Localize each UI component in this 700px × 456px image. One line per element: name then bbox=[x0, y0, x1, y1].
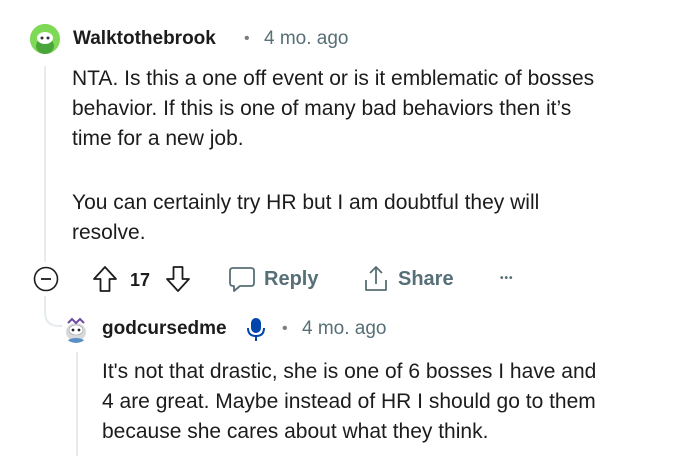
reply-body: It's not that drastic, she is one of 6 b… bbox=[102, 357, 700, 447]
downvote-button[interactable] bbox=[165, 265, 191, 293]
comment-body-line: NTA. Is this a one off event or is it em… bbox=[72, 67, 595, 90]
comment-username[interactable]: Walktothebrook bbox=[73, 28, 216, 50]
reply-timestamp[interactable]: 4 mo. ago bbox=[302, 318, 387, 340]
snoo-avatar-icon bbox=[30, 24, 60, 54]
comment-body: NTA. Is this a one off event or is it em… bbox=[72, 64, 692, 248]
separator-dot: • bbox=[282, 320, 288, 337]
share-button[interactable]: Share bbox=[362, 264, 454, 294]
more-options-button[interactable]: ••• bbox=[500, 273, 514, 284]
comment-body-line: behavior. If this is one of many bad beh… bbox=[72, 97, 572, 120]
downvote-arrow-icon bbox=[166, 266, 190, 292]
thread-line-reply[interactable] bbox=[76, 352, 78, 456]
share-label: Share bbox=[398, 267, 454, 290]
upvote-button[interactable] bbox=[92, 265, 118, 293]
comment-body-line: resolve. bbox=[72, 221, 146, 244]
reply-body-line: because she cares about what they think. bbox=[102, 420, 489, 443]
upvote-arrow-icon bbox=[93, 266, 117, 292]
thread-line-main[interactable] bbox=[44, 66, 46, 262]
collapse-minus-icon bbox=[33, 266, 59, 292]
avatar[interactable] bbox=[30, 24, 60, 54]
microphone-badge-icon bbox=[247, 318, 265, 341]
reply-body-line: 4 are great. Maybe instead of HR I shoul… bbox=[102, 390, 596, 413]
comment-body-line: time for a new job. bbox=[72, 127, 244, 150]
reply-body-line: It's not that drastic, she is one of 6 b… bbox=[102, 360, 597, 383]
reply-label: Reply bbox=[264, 267, 319, 290]
reply-button[interactable]: Reply bbox=[228, 265, 318, 293]
avatar[interactable] bbox=[62, 315, 90, 343]
share-icon bbox=[365, 266, 387, 291]
separator-dot: • bbox=[244, 30, 250, 47]
comment-body-line: You can certainly try HR but I am doubtf… bbox=[72, 191, 540, 214]
speech-bubble-icon bbox=[229, 267, 255, 292]
snoo-avatar-icon bbox=[66, 317, 86, 343]
comment-timestamp[interactable]: 4 mo. ago bbox=[264, 28, 349, 50]
vote-count: 17 bbox=[130, 270, 151, 290]
collapse-button[interactable] bbox=[33, 266, 59, 292]
reply-username[interactable]: godcursedme bbox=[102, 318, 227, 340]
user-badge bbox=[246, 316, 266, 342]
